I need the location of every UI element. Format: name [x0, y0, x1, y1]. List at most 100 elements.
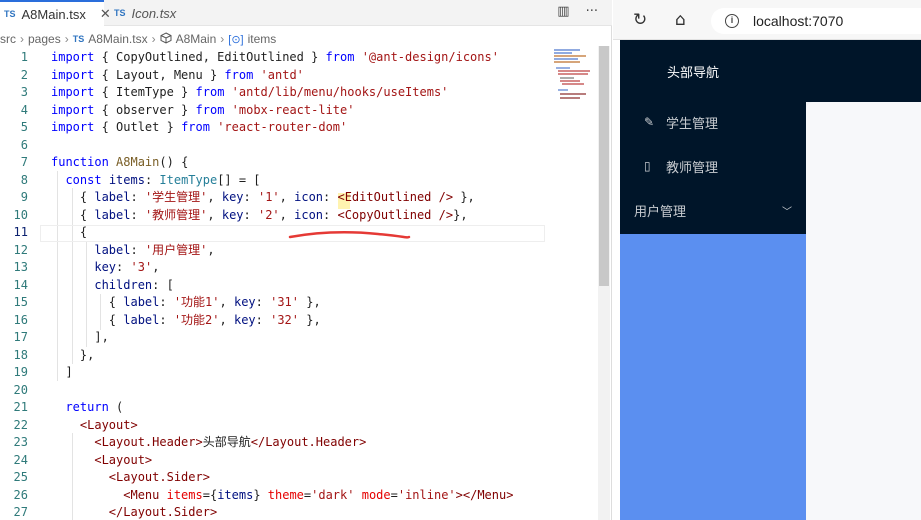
minimap[interactable] — [550, 46, 594, 106]
code-line[interactable]: 1 import { CopyOutlined, EditOutlined } f… — [0, 49, 600, 67]
tab-icon[interactable]: TS Icon.tsx — [114, 0, 204, 26]
tab-label: A8Main.tsx — [21, 6, 86, 22]
code-text: { label: '学生管理', key: '1', icon: <EditOu… — [51, 190, 475, 204]
code-line[interactable]: 8 const items: ItemType[] = [ — [0, 172, 600, 190]
menu-item-students[interactable]: ✎ 学生管理 — [620, 102, 806, 142]
line-number: 6 — [20, 137, 28, 152]
sider-menu: ✎ 学生管理 ▯ 教师管理 用户管理 ﹀ — [620, 102, 806, 234]
code-text: <Layout> — [79, 417, 138, 432]
code-line[interactable]: 23 <Layout.Header>头部导航</Layout.Header> — [0, 434, 600, 452]
code-line[interactable]: 14 children: [ — [0, 277, 600, 295]
typescript-icon: TS — [72, 34, 85, 44]
code-text: import { ItemType } from 'antd/lib/menu/… — [51, 85, 449, 99]
split-editor-icon[interactable]: ▥ — [557, 4, 569, 19]
code-line[interactable]: 2 import { Layout, Menu } from 'antd' — [0, 67, 600, 85]
editor-scrollbar[interactable] — [598, 46, 610, 520]
copy-icon: ▯ — [644, 159, 651, 173]
line-number: 5 — [20, 120, 28, 134]
menu-item-label: 用户管理 — [634, 204, 687, 220]
submenu-users[interactable]: 用户管理 ﹀ — [620, 190, 806, 230]
breadcrumb-item[interactable]: A8Main — [176, 32, 217, 46]
code-line[interactable]: 26 <Menu items={items} theme='dark' mode… — [0, 487, 600, 505]
code-text: <Layout.Sider> — [108, 470, 210, 484]
code-text: { — [51, 225, 88, 239]
line-number: 22 — [13, 417, 28, 432]
address-bar[interactable]: i localhost:7070 — [711, 8, 921, 34]
code-text: children: [ — [94, 277, 174, 292]
code-line[interactable]: 6 — [0, 137, 600, 155]
line-number: 27 — [13, 505, 28, 519]
code-area[interactable]: 1 import { CopyOutlined, EditOutlined } f… — [0, 49, 600, 520]
code-line[interactable]: 25 <Layout.Sider> — [0, 469, 600, 487]
code-text: const items: ItemType[] = [ — [65, 172, 261, 187]
line-number: 16 — [13, 312, 28, 327]
info-icon[interactable]: i — [725, 14, 739, 28]
typescript-icon: TS — [4, 9, 16, 19]
line-number: 2 — [20, 67, 28, 82]
code-line[interactable]: 13 key: '3', — [0, 259, 600, 277]
code-text: </Layout.Sider> — [108, 505, 218, 519]
code-text: { label: '教师管理', key: '2', icon: <CopyOu… — [51, 207, 468, 222]
code-line[interactable]: 20 — [0, 382, 600, 400]
chevron-down-icon: ﹀ — [782, 206, 792, 218]
code-line[interactable]: 27 </Layout.Sider> — [0, 504, 600, 520]
code-line[interactable]: 16 { label: '功能2', key: '32' }, — [0, 312, 600, 330]
browser-toolbar: ↻ ⌂ i localhost:7070 — [613, 0, 921, 40]
code-line[interactable]: 17 ], — [0, 329, 600, 347]
breadcrumb-item[interactable]: A8Main.tsx — [88, 32, 147, 46]
code-text: import { Layout, Menu } from 'antd' — [51, 67, 304, 82]
breadcrumb-item[interactable]: src — [0, 32, 16, 46]
code-text: { label: '功能2', key: '32' }, — [51, 312, 321, 327]
line-number: 7 — [20, 155, 28, 169]
more-actions-icon[interactable]: ··· — [586, 4, 598, 19]
line-number: 12 — [13, 242, 28, 257]
scrollbar-thumb[interactable] — [599, 46, 609, 286]
tab-a8main[interactable]: TS A8Main.tsx ✕ — [0, 0, 111, 26]
code-text: <Layout.Header>头部导航</Layout.Header> — [94, 435, 367, 449]
code-text: { label: '功能1', key: '31' }, — [51, 295, 321, 309]
code-line[interactable]: 22 <Layout> — [0, 417, 600, 435]
code-text: label: '用户管理', — [94, 242, 215, 257]
edit-icon: ✎ — [644, 115, 655, 129]
variable-icon: [⊙] — [228, 33, 244, 46]
code-line[interactable]: 21 return ( — [0, 399, 600, 417]
breadcrumb-item[interactable]: pages — [28, 32, 61, 46]
code-line[interactable]: 12 label: '用户管理', — [0, 242, 600, 260]
line-number: 21 — [13, 400, 28, 414]
line-number: 18 — [13, 347, 28, 362]
breadcrumb-item[interactable]: items — [248, 32, 277, 46]
line-number: 19 — [13, 365, 28, 379]
content-area — [806, 102, 921, 520]
code-line[interactable]: 9 { label: '学生管理', key: '1', icon: <Edit… — [0, 189, 600, 207]
reload-icon[interactable]: ↻ — [633, 10, 647, 30]
code-line[interactable]: 18 }, — [0, 347, 600, 365]
code-text: function A8Main() { — [51, 155, 189, 169]
code-text: import { observer } from 'mobx-react-lit… — [51, 102, 355, 117]
browser-window: ↻ ⌂ i localhost:7070 头部导航 ✎ 学生管理 ▯ 教师管理 … — [613, 0, 921, 520]
code-text: key: '3', — [94, 260, 160, 274]
menu-item-teachers[interactable]: ▯ 教师管理 — [620, 146, 806, 186]
code-line[interactable]: 10 { label: '教师管理', key: '2', icon: <Cop… — [0, 207, 600, 225]
line-number: 3 — [20, 85, 28, 99]
code-line[interactable]: 3 import { ItemType } from 'antd/lib/menu… — [0, 84, 600, 102]
code-text: return ( — [65, 400, 124, 414]
code-line[interactable]: 19 ] — [0, 364, 600, 382]
code-line[interactable]: 24 <Layout> — [0, 452, 600, 470]
tab-actions: ▥ ··· — [557, 4, 598, 19]
close-icon[interactable]: ✕ — [100, 6, 111, 22]
breadcrumb: src › pages › TS A8Main.tsx › A8Main › [⊙] i… — [0, 31, 277, 47]
line-number: 20 — [13, 382, 28, 397]
url-text: localhost:7070 — [753, 13, 844, 29]
code-line[interactable]: 5 import { Outlet } from 'react-router-do… — [0, 119, 600, 137]
line-number: 9 — [20, 190, 28, 204]
code-line[interactable]: 7 function A8Main() { — [0, 154, 600, 172]
line-number: 4 — [20, 102, 28, 117]
line-number: 11 — [13, 225, 28, 239]
code-line[interactable]: 15 { label: '功能1', key: '31' }, — [0, 294, 600, 312]
code-text: <Menu items={items} theme='dark' mode='i… — [123, 487, 514, 502]
header-title: 头部导航 — [667, 66, 720, 81]
code-text: import { Outlet } from 'react-router-dom… — [51, 120, 348, 134]
home-icon[interactable]: ⌂ — [675, 10, 686, 30]
function-icon — [160, 31, 172, 47]
code-line[interactable]: 4 import { observer } from 'mobx-react-li… — [0, 102, 600, 120]
